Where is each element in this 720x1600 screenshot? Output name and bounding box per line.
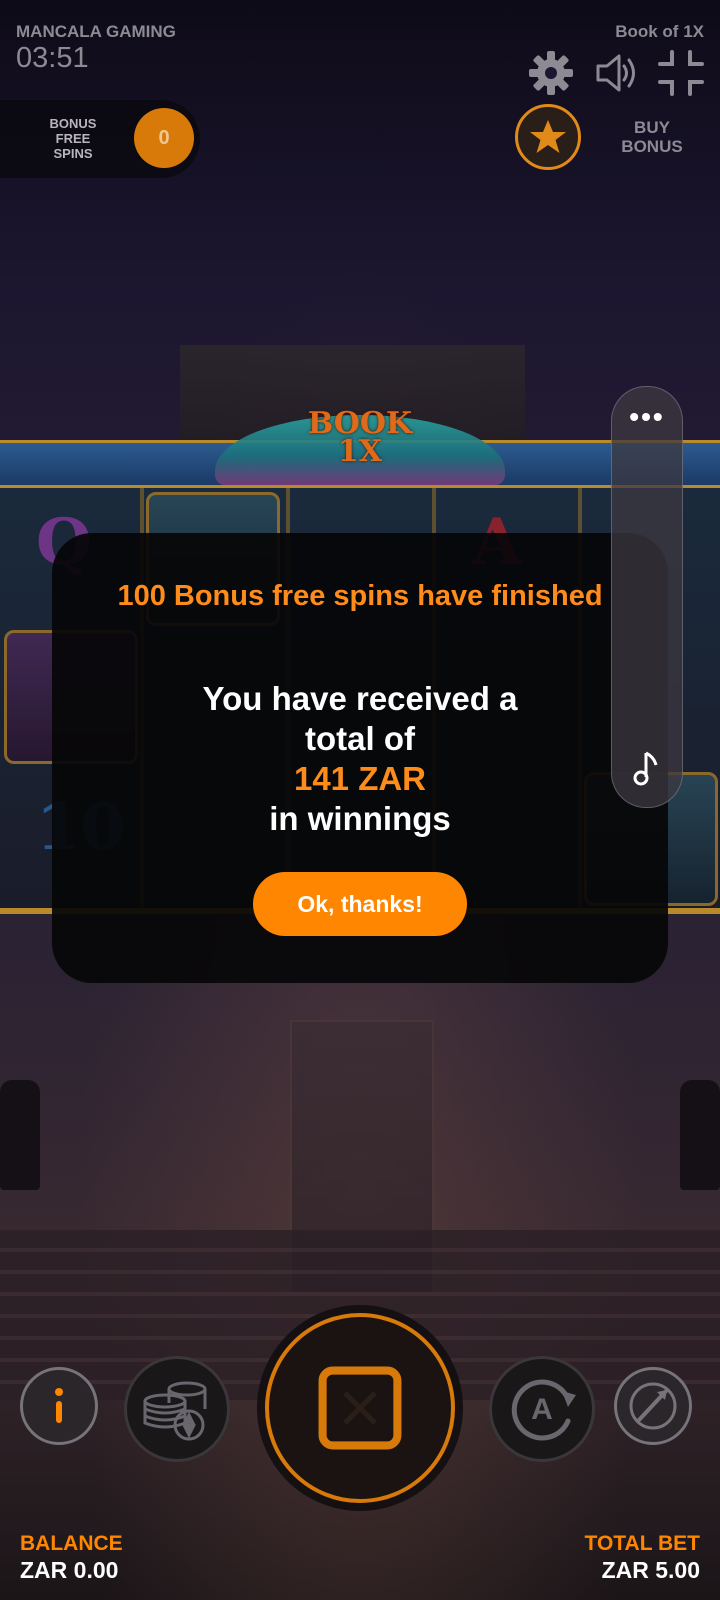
bonus-free-spins-count: 0 (134, 108, 194, 168)
spin-stop-button[interactable] (265, 1313, 455, 1503)
star-icon (530, 120, 566, 153)
dialog-line-3: in winnings (269, 800, 451, 837)
autoplay-button[interactable]: A (489, 1356, 595, 1462)
bonus-finished-dialog: 100 Bonus free spins have finished You h… (52, 533, 668, 983)
brand-name: MANCALA GAMING (16, 22, 176, 41)
autoplay-icon: A (511, 1379, 576, 1441)
turbo-button[interactable] (614, 1367, 692, 1445)
gear-icon[interactable] (526, 48, 576, 98)
info-button[interactable] (20, 1367, 98, 1445)
info-icon (55, 1388, 63, 1423)
background-statue-right (680, 1080, 720, 1190)
svg-text:A: A (531, 1393, 553, 1426)
side-menu-tab[interactable]: ••• (611, 386, 683, 808)
ok-thanks-button[interactable]: Ok, thanks! (253, 872, 467, 936)
bonus-free-spins-label: BONUS FREE SPINS (49, 116, 97, 161)
clock: 03:51 (16, 42, 89, 74)
background-statue-left (0, 1080, 40, 1190)
more-dots-icon[interactable]: ••• (612, 401, 682, 433)
speaker-icon[interactable] (592, 48, 642, 98)
game-logo: BOOK 1X (307, 406, 413, 469)
total-bet-value[interactable]: ZAR 5.00 (602, 1557, 700, 1584)
winnings-amount: 141 ZAR (293, 760, 427, 797)
exit-fullscreen-icon[interactable] (656, 48, 706, 98)
game-title: Book of 1X (615, 22, 704, 41)
dialog-title: 100 Bonus free spins have finished (117, 580, 603, 612)
balance-label: BALANCE (20, 1532, 123, 1555)
coins-bet-icon (143, 1381, 207, 1441)
dialog-line-1: You have received a (202, 680, 518, 717)
buy-bonus-button[interactable] (515, 104, 581, 170)
dialog-line-2: total of (305, 720, 415, 757)
total-bet-label: TOTAL BET (584, 1532, 701, 1555)
stop-spin-icon (318, 1366, 402, 1450)
dialog-message: You have received a total of 141 ZAR in … (52, 679, 668, 839)
turbo-icon (629, 1382, 677, 1430)
bet-settings-button[interactable] (124, 1356, 230, 1462)
buy-bonus-label[interactable]: BUY BONUS (612, 118, 692, 156)
balance-value: ZAR 0.00 (20, 1557, 119, 1583)
music-note-icon[interactable] (632, 747, 662, 787)
